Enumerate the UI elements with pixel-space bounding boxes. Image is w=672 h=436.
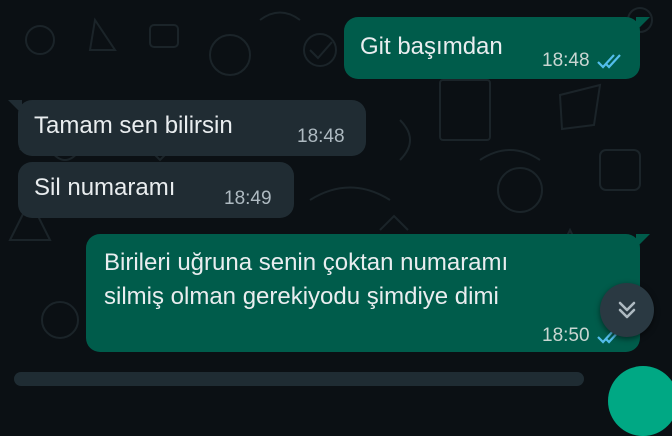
message-text-line: silmiş olman gerekiyodu şimdiye dimi xyxy=(104,283,499,310)
message-meta: 18:48 xyxy=(297,126,345,148)
bubble-tail xyxy=(636,234,650,248)
message-meta: 18:49 xyxy=(224,188,272,210)
message-bubble-outgoing[interactable]: Birileri uğruna senin çoktan numaramı si… xyxy=(86,234,640,352)
message-bubble-incoming[interactable]: Tamam sen bilirsin 18:48 xyxy=(18,100,366,156)
message-time: 18:48 xyxy=(542,50,590,71)
scroll-to-bottom-button[interactable] xyxy=(600,283,654,337)
message-text: Sil numaramı xyxy=(34,174,176,201)
message-time: 18:48 xyxy=(297,126,345,147)
double-check-icon xyxy=(596,54,621,69)
message-bubble-outgoing[interactable]: Git başımdan 18:48 xyxy=(344,17,640,79)
send-button[interactable] xyxy=(608,366,672,436)
message-time: 18:49 xyxy=(224,188,272,209)
message-time: 18:50 xyxy=(542,325,590,346)
message-text: Tamam sen bilirsin xyxy=(34,112,233,139)
message-text: Git başımdan xyxy=(360,33,503,60)
bubble-tail xyxy=(636,17,650,31)
message-text-line: Birileri uğruna senin çoktan numaramı xyxy=(104,249,509,276)
message-input-bar[interactable] xyxy=(14,372,584,386)
message-bubble-incoming[interactable]: Sil numaramı 18:49 xyxy=(18,162,294,218)
double-chevron-down-icon xyxy=(618,301,636,319)
message-meta: 18:48 xyxy=(542,50,626,72)
bubble-tail xyxy=(8,100,22,114)
